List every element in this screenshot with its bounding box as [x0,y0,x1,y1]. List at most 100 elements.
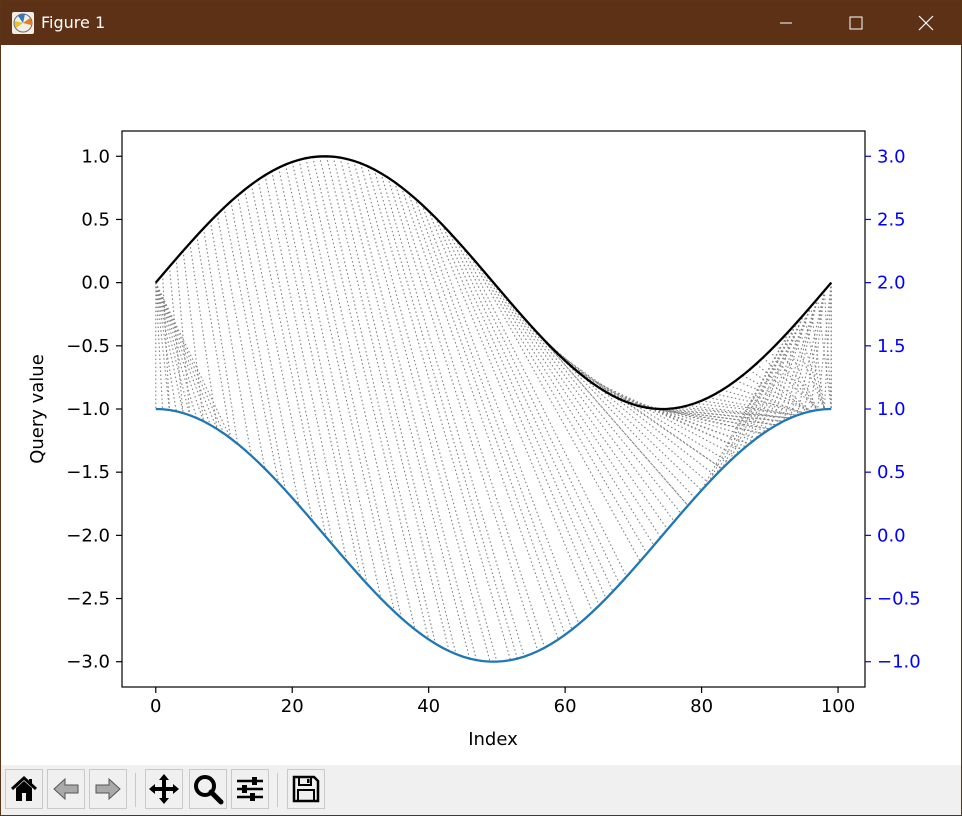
alignment-line [332,156,457,655]
alignment-line [353,160,491,662]
x-tick-label: 0 [150,696,161,717]
alignment-line [755,306,812,439]
window-title: Figure 1 [41,13,106,32]
alignment-line [346,158,477,661]
right-y-tick-label: −1.0 [877,652,921,673]
minimize-icon [780,22,792,24]
home-button[interactable] [5,769,43,809]
alignment-line [612,395,757,440]
alignment-line [489,278,662,538]
right-y-tick-label: −0.5 [877,589,921,610]
alignment-line [823,282,832,410]
back-button[interactable] [47,769,85,809]
alignment-line [455,239,621,585]
alignment-line [407,192,566,635]
maximize-button[interactable] [821,1,891,45]
figure-canvas[interactable]: 0 20 40 60 80 100 1.0 0.5 0.0 −0.5 −1.0 −1.5 −2.0 −2… [1,45,961,765]
maximize-icon [849,16,863,30]
forward-arrow-icon [95,777,121,801]
series-lines [154,155,833,663]
sliders-icon [237,777,263,801]
alignment-line [250,184,327,538]
y-tick-label: −0.5 [66,336,110,357]
right-y-tick-label: 1.5 [877,336,906,357]
alignment-line [701,329,791,491]
alignment-line [551,347,716,477]
alignment-line [469,254,641,562]
alignment-line [721,389,805,414]
right-y-tick-label: 0.0 [877,525,906,546]
alignment-line [325,156,450,652]
right-y-tick-label: 0.5 [877,462,906,483]
alignment-line [271,171,361,577]
alignment-line [155,282,184,414]
alignment-line [380,173,525,657]
alignment-line [182,250,205,422]
alignment-line [202,228,239,444]
y-tick-label: 0.5 [81,209,110,230]
configure-subplots-button[interactable] [231,769,269,809]
home-icon [10,775,38,801]
title-bar[interactable]: Figure 1 [1,1,961,45]
zoom-button[interactable] [189,769,227,809]
alignment-line [175,258,191,416]
alignment-line [196,235,232,439]
y-axis-label: Query value [27,354,48,464]
forward-button[interactable] [89,769,127,809]
right-y-axis-ticks: 3.0 2.5 2.0 1.5 1.0 0.5 0.0 −0.5 −1.0 [865,146,921,673]
alignment-line [298,159,402,619]
navigation-toolbar [1,765,961,815]
figure-window: Figure 1 0 20 40 60 80 100 1.0 0.5 0.0 −0.5 −1.0 −… [0,0,962,816]
alignment-line [284,164,382,599]
right-y-tick-label: 2.5 [877,209,906,230]
alignment-line [434,217,600,606]
close-button[interactable] [891,1,961,45]
floppy-disk-icon [292,775,320,803]
alignment-line [155,282,164,410]
alignment-line [803,314,825,410]
y-tick-label: −1.5 [66,462,110,483]
alignment-line [441,224,607,599]
alignment-line [155,282,232,439]
alignment-line [168,266,184,414]
x-axis-ticks: 0 20 40 60 80 100 [150,687,855,717]
alignment-lines [155,156,832,662]
y-tick-label: 1.0 [81,146,110,167]
alignment-line [230,201,286,491]
alignment-line [448,231,614,592]
y-tick-label: −3.0 [66,652,110,673]
alignment-line [223,207,280,483]
alignment-line [585,377,743,451]
pan-button[interactable] [145,769,183,809]
x-tick-label: 60 [554,696,577,717]
minimize-button[interactable] [751,1,821,45]
y-tick-label: 0.0 [81,273,110,294]
toolbar-separator [135,773,136,807]
save-button[interactable] [287,769,325,809]
alignment-line [796,290,825,416]
x-tick-label: 100 [821,696,855,717]
matplotlib-figure-icon [12,12,34,34]
alignment-line [366,165,512,661]
back-arrow-icon [53,777,79,801]
alignment-line [237,195,300,506]
alignment-line [803,290,825,414]
x-tick-label: 40 [417,696,440,717]
right-y-tick-label: 3.0 [877,146,906,167]
alignment-line [155,282,198,419]
alignment-line [189,243,218,430]
alignment-line [735,314,805,456]
alignment-line [475,262,648,554]
alignment-line [312,156,430,640]
right-y-tick-label: 2.0 [877,273,906,294]
x-tick-label: 80 [690,696,713,717]
x-tick-label: 20 [281,696,304,717]
alignment-line [400,186,559,640]
close-icon [918,15,934,31]
alignment-line [394,181,546,648]
y-axis-ticks: 1.0 0.5 0.0 −0.5 −1.0 −1.5 −2.0 −2.5 −3.0 [66,146,122,673]
y-tick-label: −1.0 [66,399,110,420]
alignment-line [373,169,518,659]
alignment-line [462,246,628,577]
alignment-line [421,204,580,625]
